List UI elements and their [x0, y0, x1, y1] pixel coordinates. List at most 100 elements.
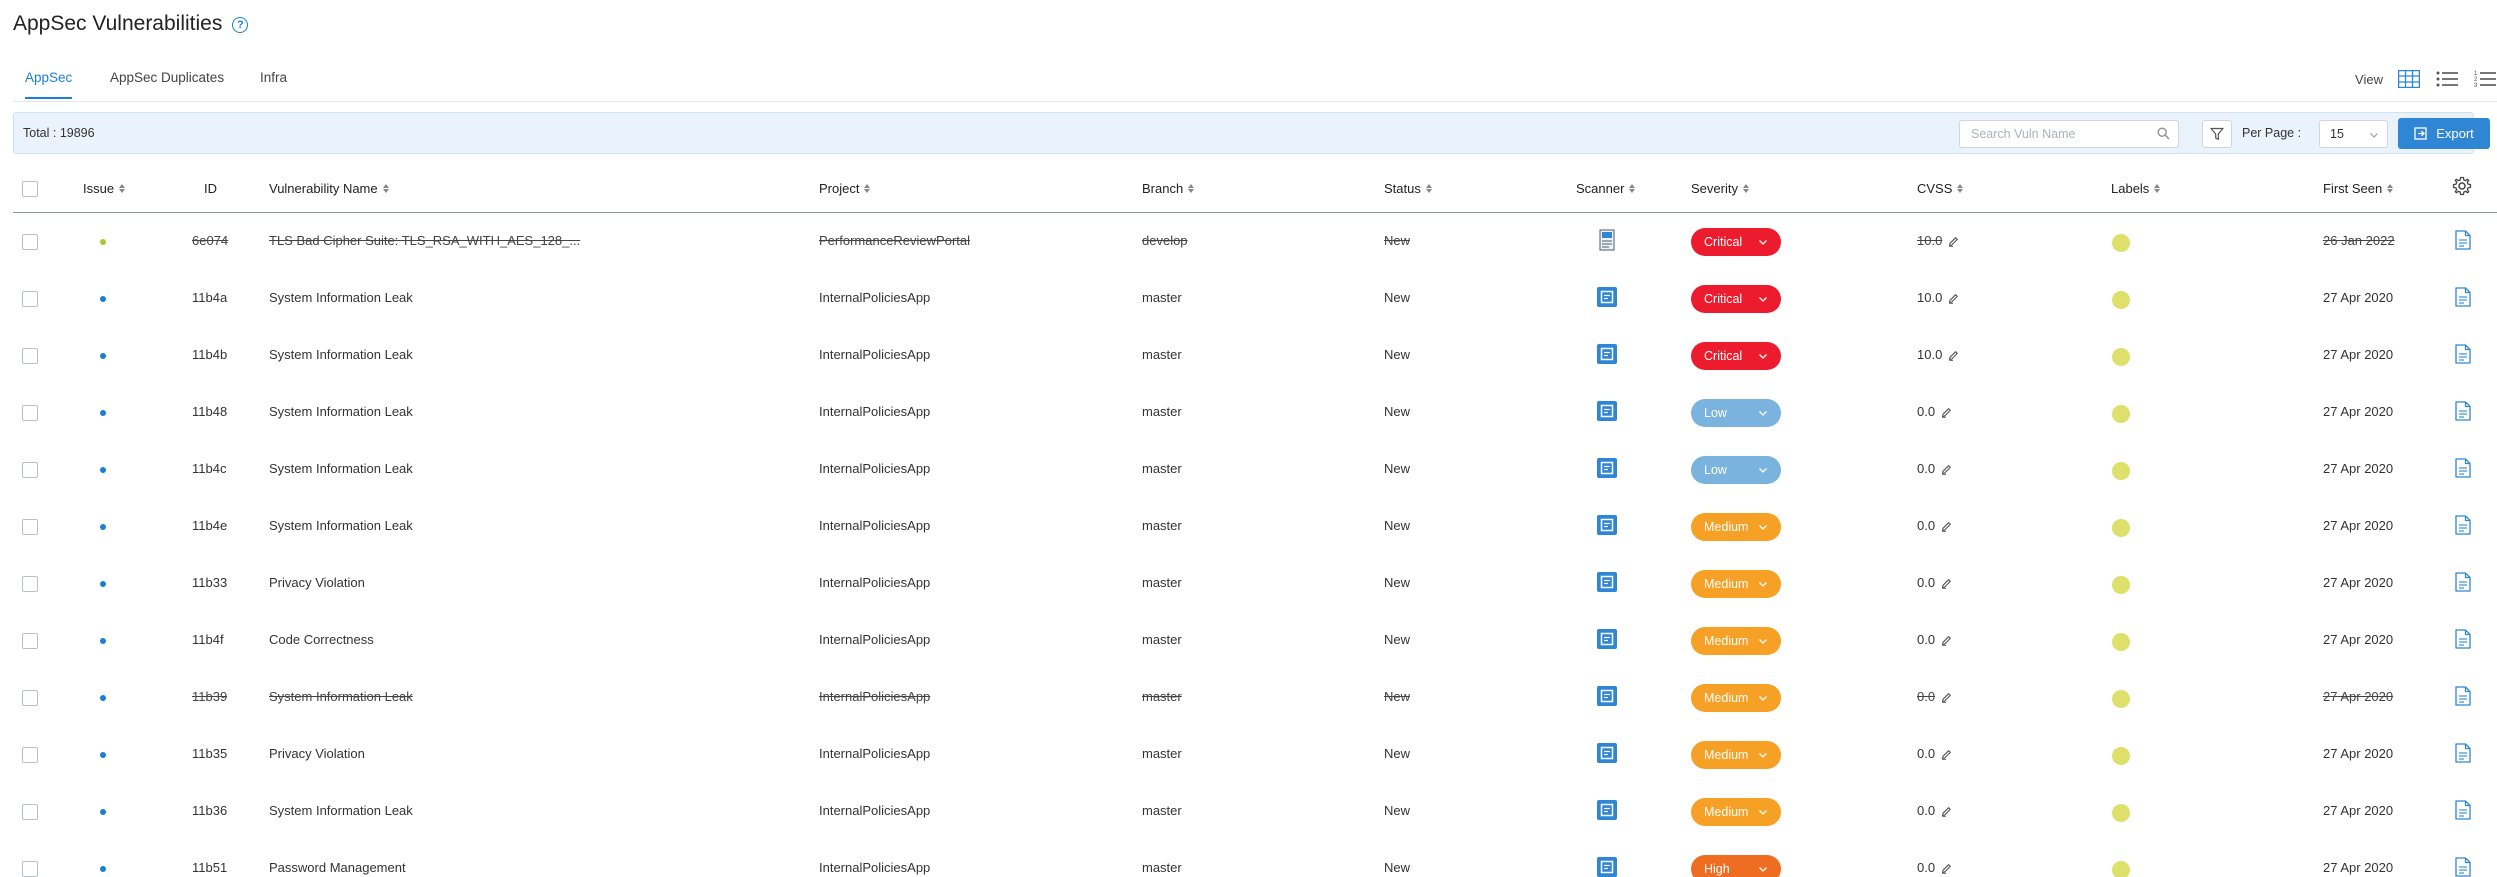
table-row[interactable]: 11b36 System Information Leak InternalPoli… — [13, 783, 2497, 840]
tab-appsec-duplicates[interactable]: AppSec Duplicates — [110, 70, 224, 97]
row-checkbox[interactable] — [22, 348, 38, 364]
table-row[interactable]: 11b4f Code Correctness InternalPoliciesApp… — [13, 612, 2497, 669]
edit-pencil-icon[interactable] — [1941, 405, 1952, 421]
column-header-project[interactable]: Project — [819, 181, 871, 196]
row-checkbox[interactable] — [22, 747, 38, 763]
label-indicator[interactable] — [2112, 519, 2130, 537]
severity-dropdown[interactable]: Critical — [1691, 285, 1781, 313]
row-checkbox[interactable] — [22, 861, 38, 877]
column-header-labels[interactable]: Labels — [2111, 181, 2161, 196]
severity-dropdown[interactable]: Medium — [1691, 741, 1781, 769]
edit-pencil-icon[interactable] — [1948, 348, 1959, 364]
label-indicator[interactable] — [2112, 747, 2130, 765]
vuln-name[interactable]: System Information Leak — [269, 347, 413, 362]
vuln-name[interactable]: System Information Leak — [269, 461, 413, 476]
column-header-scanner[interactable]: Scanner — [1576, 181, 1636, 196]
edit-pencil-icon[interactable] — [1941, 861, 1952, 877]
table-row[interactable]: 11b35 Privacy Violation InternalPoliciesAp… — [13, 726, 2497, 783]
table-row[interactable]: 11b4b System Information Leak InternalPoli… — [13, 327, 2497, 384]
edit-pencil-icon[interactable] — [1948, 234, 1959, 250]
table-row[interactable]: 11b4a System Information Leak InternalPoli… — [13, 270, 2497, 327]
table-row[interactable]: 11b51 Password Management InternalPolicies… — [13, 840, 2497, 877]
list-view-icon[interactable] — [2435, 68, 2459, 90]
severity-dropdown[interactable]: Critical — [1691, 342, 1781, 370]
severity-dropdown[interactable]: Medium — [1691, 684, 1781, 712]
vuln-name[interactable]: System Information Leak — [269, 404, 413, 419]
row-checkbox[interactable] — [22, 690, 38, 706]
report-document-icon[interactable] — [2455, 344, 2471, 367]
severity-dropdown[interactable]: Medium — [1691, 627, 1781, 655]
edit-pencil-icon[interactable] — [1941, 633, 1952, 649]
label-indicator[interactable] — [2112, 405, 2130, 423]
row-checkbox[interactable] — [22, 234, 38, 250]
label-indicator[interactable] — [2112, 804, 2130, 822]
severity-dropdown[interactable]: Low — [1691, 399, 1781, 427]
tab-infra[interactable]: Infra — [260, 70, 287, 97]
table-row[interactable]: 11b39 System Information Leak InternalPoli… — [13, 669, 2497, 726]
edit-pencil-icon[interactable] — [1948, 291, 1959, 307]
label-indicator[interactable] — [2112, 234, 2130, 252]
row-checkbox[interactable] — [22, 576, 38, 592]
row-checkbox[interactable] — [22, 291, 38, 307]
help-circle-icon[interactable]: ? — [232, 17, 249, 33]
filter-button[interactable] — [2202, 120, 2232, 148]
severity-dropdown[interactable]: Critical — [1691, 228, 1781, 256]
table-row[interactable]: 11b4e System Information Leak InternalPoli… — [13, 498, 2497, 555]
vuln-name[interactable]: System Information Leak — [269, 689, 413, 704]
vuln-name[interactable]: Password Management — [269, 860, 406, 875]
column-header-name[interactable]: Vulnerability Name — [269, 181, 389, 196]
severity-dropdown[interactable]: Medium — [1691, 570, 1781, 598]
report-document-icon[interactable] — [2455, 401, 2471, 424]
tab-appsec[interactable]: AppSec — [25, 70, 73, 99]
row-checkbox[interactable] — [22, 633, 38, 649]
label-indicator[interactable] — [2112, 291, 2130, 309]
label-indicator[interactable] — [2112, 690, 2130, 708]
column-header-cvss[interactable]: CVSS — [1917, 181, 1964, 196]
report-document-icon[interactable] — [2455, 230, 2471, 253]
column-header-severity[interactable]: Severity — [1691, 181, 1749, 196]
label-indicator[interactable] — [2112, 348, 2130, 366]
edit-pencil-icon[interactable] — [1941, 804, 1952, 820]
vuln-name[interactable]: System Information Leak — [269, 803, 413, 818]
report-document-icon[interactable] — [2455, 686, 2471, 709]
severity-dropdown[interactable]: Medium — [1691, 798, 1781, 826]
row-checkbox[interactable] — [22, 462, 38, 478]
column-header-issue[interactable]: Issue — [83, 181, 126, 196]
settings-gear-icon[interactable] — [2452, 176, 2472, 199]
label-indicator[interactable] — [2112, 462, 2130, 480]
edit-pencil-icon[interactable] — [1941, 690, 1952, 706]
vuln-name[interactable]: System Information Leak — [269, 290, 413, 305]
column-header-status[interactable]: Status — [1384, 181, 1432, 196]
per-page-select[interactable]: 15 — [2319, 120, 2388, 148]
search-icon[interactable] — [2157, 127, 2170, 143]
edit-pencil-icon[interactable] — [1941, 519, 1952, 535]
table-row[interactable]: 11b48 System Information Leak InternalPoli… — [13, 384, 2497, 441]
edit-pencil-icon[interactable] — [1941, 576, 1952, 592]
vuln-name[interactable]: Code Correctness — [269, 632, 374, 647]
label-indicator[interactable] — [2112, 576, 2130, 594]
severity-dropdown[interactable]: Medium — [1691, 513, 1781, 541]
search-input[interactable] — [1960, 121, 2140, 147]
numbered-list-view-icon[interactable]: 123 — [2473, 68, 2497, 90]
severity-dropdown[interactable]: Low — [1691, 456, 1781, 484]
report-document-icon[interactable] — [2455, 572, 2471, 595]
report-document-icon[interactable] — [2455, 515, 2471, 538]
table-row[interactable]: 11b4c System Information Leak InternalPoli… — [13, 441, 2497, 498]
export-button[interactable]: Export — [2398, 118, 2490, 149]
select-all-checkbox[interactable] — [22, 181, 38, 197]
label-indicator[interactable] — [2112, 633, 2130, 651]
table-row[interactable]: 11b33 Privacy Violation InternalPoliciesAp… — [13, 555, 2497, 612]
vuln-name[interactable]: System Information Leak — [269, 518, 413, 533]
column-header-branch[interactable]: Branch — [1142, 181, 1195, 196]
report-document-icon[interactable] — [2455, 857, 2471, 877]
report-document-icon[interactable] — [2455, 287, 2471, 310]
table-row[interactable]: 6e074 TLS Bad Cipher Suite: TLS_RSA_WITH_… — [13, 213, 2497, 270]
report-document-icon[interactable] — [2455, 743, 2471, 766]
report-document-icon[interactable] — [2455, 458, 2471, 481]
report-document-icon[interactable] — [2455, 629, 2471, 652]
row-checkbox[interactable] — [22, 519, 38, 535]
severity-dropdown[interactable]: High — [1691, 855, 1781, 877]
row-checkbox[interactable] — [22, 405, 38, 421]
vuln-name[interactable]: TLS Bad Cipher Suite: TLS_RSA_WITH_AES_1… — [269, 233, 580, 248]
label-indicator[interactable] — [2112, 861, 2130, 877]
